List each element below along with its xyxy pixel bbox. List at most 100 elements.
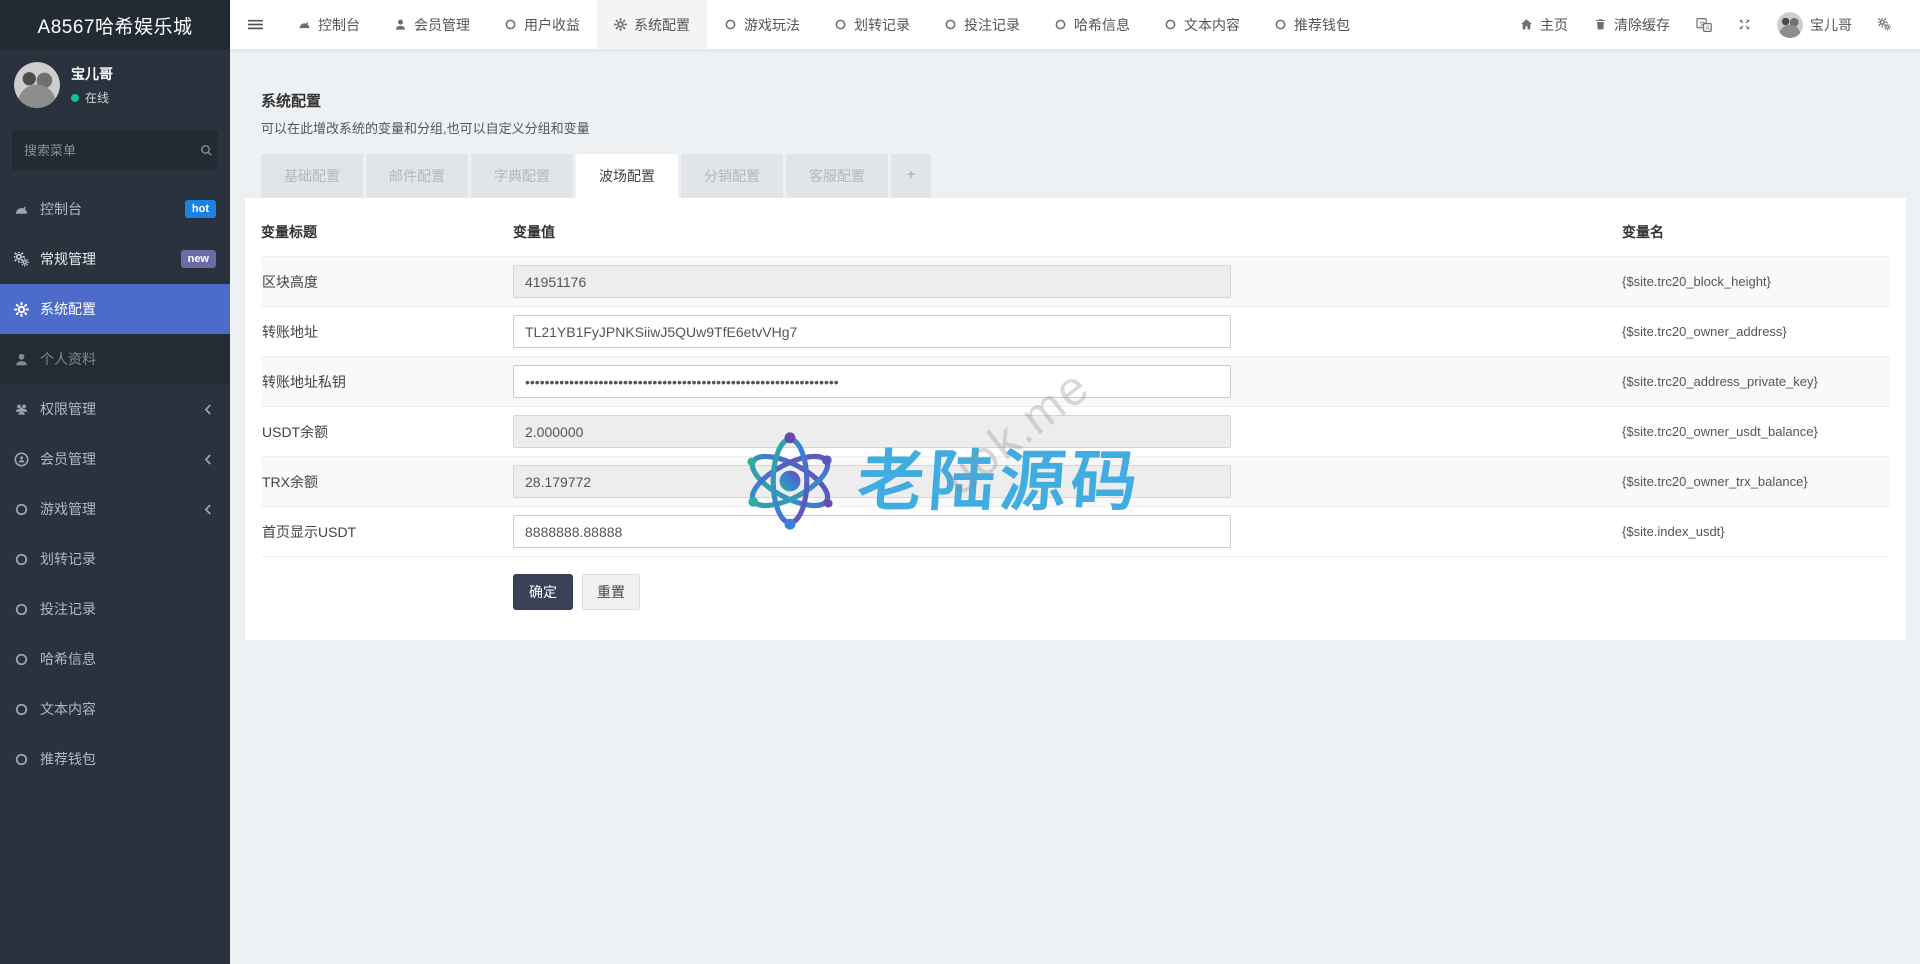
topnav-item-recommend-wallet[interactable]: 推荐钱包 bbox=[1257, 0, 1367, 49]
topnav-item-transfer-records[interactable]: 划转记录 bbox=[817, 0, 927, 49]
topnav-item-system-config[interactable]: 系统配置 bbox=[597, 0, 707, 49]
menu-search-input[interactable] bbox=[24, 143, 200, 158]
reset-button[interactable]: 重置 bbox=[582, 574, 640, 610]
add-tab-button[interactable]: + bbox=[891, 154, 931, 198]
variable-name: {$site.trc20_owner_trx_balance} bbox=[1622, 474, 1890, 489]
trx-balance-input[interactable] bbox=[513, 465, 1231, 498]
circle-icon bbox=[834, 18, 847, 31]
panel-body: 变量标题 变量值 变量名 区块高度 {$site.trc20_block_hei… bbox=[245, 198, 1906, 640]
table-rows: 区块高度 {$site.trc20_block_height} 转账地址 {$s… bbox=[261, 256, 1890, 556]
sidebar-submenu: 系统配置 个人资料 bbox=[0, 284, 230, 384]
sidebar-item-transfer-records[interactable]: 划转记录 bbox=[0, 534, 230, 584]
sidebar-item-game-management[interactable]: 游戏管理 bbox=[0, 484, 230, 534]
topnav-item-dashboard[interactable]: 控制台 bbox=[281, 0, 377, 49]
circle-icon bbox=[944, 18, 957, 31]
tab-basic-config[interactable]: 基础配置 bbox=[261, 154, 363, 198]
online-dot-icon bbox=[71, 94, 79, 102]
home-button[interactable]: 主页 bbox=[1507, 15, 1581, 35]
menu-search-box bbox=[12, 130, 218, 170]
circle-icon bbox=[1274, 18, 1287, 31]
sidebar-item-bet-records[interactable]: 投注记录 bbox=[0, 584, 230, 634]
table-row: 区块高度 {$site.trc20_block_height} bbox=[261, 256, 1890, 306]
tab-dictionary-config[interactable]: 字典配置 bbox=[471, 154, 573, 198]
table-row: 转账地址 {$site.trc20_owner_address} bbox=[261, 306, 1890, 356]
sidebar-user-panel: 宝儿哥 在线 bbox=[0, 50, 230, 118]
private-key-input[interactable] bbox=[513, 365, 1231, 398]
sidebar-item-members[interactable]: 会员管理 bbox=[0, 434, 230, 484]
topnav-item-bet-records[interactable]: 投注记录 bbox=[927, 0, 1037, 49]
app-title: A8567哈希娱乐城 bbox=[0, 0, 230, 50]
topnav-item-game-play[interactable]: 游戏玩法 bbox=[707, 0, 817, 49]
hot-badge: hot bbox=[185, 200, 216, 218]
page-description: 可以在此增改系统的变量和分组,也可以自定义分组和变量 bbox=[261, 118, 1890, 137]
fullscreen-icon bbox=[1738, 18, 1751, 31]
sidebar-item-system-config[interactable]: 系统配置 bbox=[0, 284, 230, 334]
user-circle-icon bbox=[14, 452, 29, 467]
form-actions: 确定 重置 bbox=[261, 556, 1890, 616]
chevron-left-icon bbox=[201, 502, 216, 517]
clear-cache-button[interactable]: 清除缓存 bbox=[1581, 15, 1683, 35]
sidebar-item-permissions[interactable]: 权限管理 bbox=[0, 384, 230, 434]
top-bar: A8567哈希娱乐城 控制台 会员管理 用户收益 系统配置 游戏玩法 划转记录 … bbox=[0, 0, 1920, 50]
circle-icon bbox=[14, 502, 29, 517]
topnav-item-text-content[interactable]: 文本内容 bbox=[1147, 0, 1257, 49]
panel-heading: 系统配置 可以在此增改系统的变量和分组,也可以自定义分组和变量 基础配置 邮件配… bbox=[245, 74, 1906, 198]
tab-tron-config[interactable]: 波场配置 bbox=[576, 154, 678, 198]
sidebar-item-text-content[interactable]: 文本内容 bbox=[0, 684, 230, 734]
topnav-item-members[interactable]: 会员管理 bbox=[377, 0, 487, 49]
chevron-left-icon bbox=[201, 402, 216, 417]
user-menu[interactable]: 宝儿哥 bbox=[1764, 12, 1865, 38]
users-icon bbox=[14, 402, 29, 417]
circle-icon bbox=[14, 552, 29, 567]
sidebar-item-recommend-wallet[interactable]: 推荐钱包 bbox=[0, 734, 230, 784]
chevron-left-icon bbox=[201, 452, 216, 467]
settings-button[interactable] bbox=[1865, 18, 1904, 31]
main-content: 系统配置 可以在此增改系统的变量和分组,也可以自定义分组和变量 基础配置 邮件配… bbox=[230, 50, 1920, 964]
avatar bbox=[1777, 12, 1803, 38]
variable-name: {$site.trc20_owner_usdt_balance} bbox=[1622, 424, 1890, 439]
sidebar-item-hash-info[interactable]: 哈希信息 bbox=[0, 634, 230, 684]
dashboard-icon bbox=[14, 202, 29, 217]
sidebar-item-profile[interactable]: 个人资料 bbox=[0, 334, 230, 384]
trash-icon bbox=[1594, 18, 1607, 31]
search-icon bbox=[200, 144, 213, 157]
sidebar-username: 宝儿哥 bbox=[71, 64, 113, 84]
transfer-address-input[interactable] bbox=[513, 315, 1231, 348]
circle-icon bbox=[14, 602, 29, 617]
avatar bbox=[14, 62, 60, 108]
circle-icon bbox=[1054, 18, 1067, 31]
table-row: 转账地址私钥 {$site.trc20_address_private_key} bbox=[261, 356, 1890, 406]
config-tabs: 基础配置 邮件配置 字典配置 波场配置 分销配置 客服配置 + bbox=[261, 154, 1890, 198]
cogs-icon bbox=[1878, 18, 1891, 31]
topnav-item-hash-info[interactable]: 哈希信息 bbox=[1037, 0, 1147, 49]
sidebar-item-general-management[interactable]: 常规管理 new bbox=[0, 234, 230, 284]
new-badge: new bbox=[181, 250, 216, 268]
page-title: 系统配置 bbox=[261, 90, 1890, 111]
index-usdt-input[interactable] bbox=[513, 515, 1231, 548]
tab-customer-service-config[interactable]: 客服配置 bbox=[786, 154, 888, 198]
tab-distribution-config[interactable]: 分销配置 bbox=[681, 154, 783, 198]
topnav-item-user-income[interactable]: 用户收益 bbox=[487, 0, 597, 49]
circle-icon bbox=[1164, 18, 1177, 31]
fullscreen-button[interactable] bbox=[1725, 18, 1764, 31]
circle-icon bbox=[504, 18, 517, 31]
block-height-input[interactable] bbox=[513, 265, 1231, 298]
language-button[interactable] bbox=[1683, 17, 1725, 33]
sidebar: 宝儿哥 在线 控制台 hot 常规管理 new 系统配置 个人资料 权限管理 会… bbox=[0, 50, 230, 964]
hamburger-icon bbox=[248, 17, 263, 32]
column-header-value: 变量值 bbox=[513, 222, 1622, 242]
variable-name: {$site.trc20_owner_address} bbox=[1622, 324, 1890, 339]
gear-icon bbox=[614, 18, 627, 31]
circle-icon bbox=[724, 18, 737, 31]
user-icon bbox=[14, 352, 29, 367]
table-row: TRX余额 {$site.trc20_owner_trx_balance} bbox=[261, 456, 1890, 506]
usdt-balance-input[interactable] bbox=[513, 415, 1231, 448]
submit-button[interactable]: 确定 bbox=[513, 574, 573, 610]
online-status: 在线 bbox=[71, 89, 113, 106]
sidebar-toggle-button[interactable] bbox=[230, 0, 281, 49]
top-navbar: 控制台 会员管理 用户收益 系统配置 游戏玩法 划转记录 投注记录 哈希信息 文… bbox=[230, 0, 1920, 50]
tab-email-config[interactable]: 邮件配置 bbox=[366, 154, 468, 198]
topnav-right: 主页 清除缓存 宝儿哥 bbox=[1507, 0, 1920, 49]
variable-name: {$site.trc20_address_private_key} bbox=[1622, 374, 1890, 389]
sidebar-item-dashboard[interactable]: 控制台 hot bbox=[0, 184, 230, 234]
